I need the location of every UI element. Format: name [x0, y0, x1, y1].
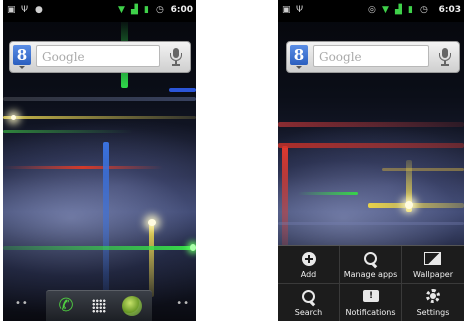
menu-item-wallpaper[interactable]: Wallpaper — [402, 246, 464, 284]
status-bar: ▣ Ψ ● ▼ ▟ ▮ ◷ 6:00 — [3, 0, 196, 22]
dock: •• ✆ •• — [3, 290, 196, 321]
wallpaper-streak — [149, 222, 154, 297]
alarm-icon: ◷ — [156, 5, 164, 15]
menu-item-notifications[interactable]: ! Notifications — [340, 284, 402, 321]
menu-item-manage-apps[interactable]: Manage apps — [340, 246, 402, 284]
wallpaper-streak — [282, 146, 288, 246]
signal-icon: ▟ — [131, 5, 138, 15]
right-screen-dots[interactable]: •• — [176, 298, 190, 309]
menu-item-label: Wallpaper — [412, 270, 453, 279]
search-input[interactable]: Google — [36, 45, 160, 67]
wallpaper-streak — [3, 166, 163, 169]
wallpaper-glow — [190, 244, 196, 251]
wallpaper-glow — [148, 219, 156, 226]
status-time: 6:00 — [170, 5, 193, 15]
wallpaper-streak — [3, 116, 196, 119]
usb-icon: Ψ — [21, 5, 29, 15]
notifications-icon: ! — [362, 289, 380, 305]
status-bar: ▣ Ψ ◎ ▼ ▟ ▮ ◷ 6:03 — [278, 0, 464, 22]
menu-item-label: Search — [294, 308, 323, 317]
image-icon: ▣ — [282, 5, 291, 15]
wallpaper-streak — [3, 130, 133, 133]
browser-icon[interactable] — [120, 294, 144, 318]
phone-icon[interactable]: ✆ — [54, 294, 78, 318]
battery-icon: ▮ — [408, 5, 413, 15]
wallpaper-glow — [405, 201, 413, 209]
add-icon — [300, 251, 318, 267]
alarm-icon: ◷ — [420, 5, 428, 15]
battery-icon: ▮ — [144, 5, 149, 15]
menu-item-label: Manage apps — [343, 270, 398, 279]
menu-item-label: Add — [300, 270, 317, 279]
voice-search-button[interactable] — [164, 45, 188, 68]
wallpaper-glow — [11, 115, 16, 120]
wallpaper-streak — [278, 122, 464, 127]
menu-item-search[interactable]: Search — [278, 284, 340, 321]
manage-apps-icon — [362, 251, 380, 269]
signal-icon: ▟ — [395, 5, 402, 15]
wallpaper-streak — [278, 222, 464, 225]
usb-icon: Ψ — [296, 5, 304, 15]
wallpaper-streak — [382, 168, 464, 171]
settings-icon — [424, 289, 442, 305]
wallpaper-streak — [3, 97, 196, 101]
wallpaper-streak — [278, 143, 464, 148]
home-screen-right: ▣ Ψ ◎ ▼ ▟ ▮ ◷ 6:03 8 Google Add Manage a… — [278, 0, 464, 321]
options-menu: Add Manage apps Wallpaper Search ! Notif… — [278, 245, 464, 321]
menu-item-label: Notifications — [345, 308, 396, 317]
android-icon: ● — [35, 5, 43, 15]
google-logo[interactable]: 8 — [290, 45, 308, 65]
search-input[interactable]: Google — [313, 45, 429, 67]
menu-item-add[interactable]: Add — [278, 246, 340, 284]
left-screen-dots[interactable]: •• — [15, 298, 29, 309]
app-drawer-icon[interactable] — [87, 294, 111, 318]
dock-tray: ✆ — [46, 290, 152, 321]
search-source-dropdown-icon[interactable] — [296, 66, 302, 69]
search-source-dropdown-icon[interactable] — [19, 66, 25, 69]
wallpaper-icon — [424, 251, 442, 267]
wallpaper-streak — [368, 203, 464, 208]
wifi-icon: ▼ — [382, 5, 389, 15]
wallpaper-streak — [103, 142, 109, 292]
google-search-widget[interactable]: 8 Google — [286, 41, 460, 73]
wifi-icon: ▼ — [118, 5, 125, 15]
wallpaper-streak — [3, 246, 196, 250]
menu-item-label: Settings — [416, 308, 450, 317]
image-icon: ▣ — [7, 5, 16, 15]
sync-icon: ◎ — [368, 5, 376, 15]
menu-item-settings[interactable]: Settings — [402, 284, 464, 321]
voice-search-button[interactable] — [433, 45, 457, 68]
home-screen-left: ▣ Ψ ● ▼ ▟ ▮ ◷ 6:00 8 Google •• ✆ •• — [3, 0, 196, 321]
search-icon — [300, 289, 318, 307]
wallpaper-streak — [298, 192, 358, 195]
google-logo[interactable]: 8 — [13, 45, 31, 65]
google-search-widget[interactable]: 8 Google — [9, 41, 191, 73]
status-time: 6:03 — [438, 5, 461, 15]
wallpaper-streak — [169, 88, 196, 92]
